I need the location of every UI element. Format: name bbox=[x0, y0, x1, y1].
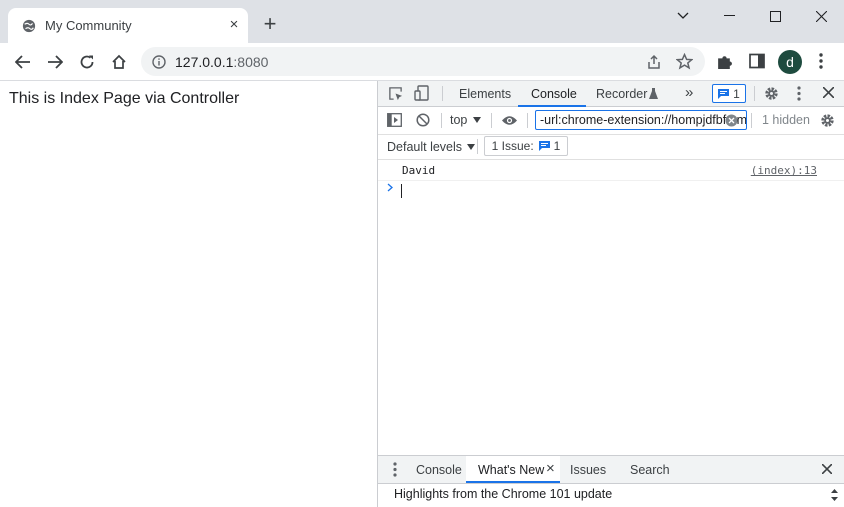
scroll-arrows-icon[interactable] bbox=[831, 488, 838, 502]
close-tab-icon[interactable]: × bbox=[546, 460, 555, 477]
tab-elements[interactable]: Elements bbox=[459, 87, 511, 101]
back-button[interactable] bbox=[10, 49, 36, 75]
arrow-left-icon bbox=[15, 55, 30, 69]
globe-icon bbox=[22, 19, 36, 33]
message-icon bbox=[718, 88, 730, 99]
console-prompt-chevron-icon bbox=[387, 183, 393, 192]
console-settings-gear-icon[interactable] bbox=[820, 113, 835, 128]
kebab-menu-icon[interactable] bbox=[819, 53, 823, 69]
console-input-caret[interactable] bbox=[401, 184, 402, 198]
drawer-tab-console[interactable]: Console bbox=[416, 463, 462, 477]
dropdown-triangle-icon bbox=[467, 143, 476, 150]
browser-toolbar: 127.0.0.1:8080 d bbox=[0, 43, 844, 81]
close-devtools-icon[interactable] bbox=[823, 87, 834, 98]
issues-count: 1 bbox=[553, 139, 561, 153]
issues-button[interactable]: 1 Issue: 1 bbox=[484, 136, 568, 156]
more-tabs-icon[interactable]: » bbox=[685, 84, 693, 101]
console-message-text: David bbox=[402, 164, 436, 177]
active-drawer-tab-indicator bbox=[466, 481, 560, 483]
profile-avatar[interactable]: d bbox=[778, 50, 802, 74]
side-panel-icon[interactable] bbox=[749, 53, 765, 69]
home-icon bbox=[112, 54, 126, 69]
toolbar-divider bbox=[441, 113, 442, 128]
console-message-source-link[interactable]: (index):13 bbox=[751, 164, 817, 177]
tab-search-button[interactable] bbox=[660, 0, 706, 32]
maximize-button[interactable] bbox=[752, 0, 798, 32]
log-levels-dropdown[interactable]: Default levels bbox=[387, 138, 476, 155]
device-toolbar-icon[interactable] bbox=[414, 85, 429, 101]
context-label: top bbox=[450, 113, 468, 127]
toolbar-divider bbox=[754, 86, 755, 101]
tab-recorder[interactable]: Recorder bbox=[596, 87, 647, 101]
log-levels-label: Default levels bbox=[387, 139, 463, 154]
console-message-row: David (index):13 bbox=[378, 162, 844, 181]
drawer-tab-search[interactable]: Search bbox=[630, 463, 670, 477]
url-host: 127.0.0.1 bbox=[175, 54, 234, 70]
message-icon bbox=[538, 141, 550, 151]
chevron-down-icon bbox=[677, 12, 689, 19]
issues-label: 1 Issue: bbox=[491, 139, 534, 153]
settings-gear-icon[interactable] bbox=[764, 86, 779, 101]
hidden-count: 1 hidden bbox=[762, 113, 810, 127]
minimize-button[interactable] bbox=[706, 0, 752, 32]
page-viewport: This is Index Page via Controller bbox=[0, 81, 377, 507]
new-tab-button[interactable]: + bbox=[260, 13, 280, 35]
devtools-panel: Elements Console Recorder » 1 top -url:c… bbox=[377, 81, 844, 507]
url-port: :8080 bbox=[233, 54, 269, 70]
filter-text: -url:chrome-extension://hompjdfbfmmmgflf… bbox=[540, 113, 747, 127]
drawer-tab-whats-new[interactable]: What's New × bbox=[466, 456, 560, 483]
forward-button[interactable] bbox=[42, 49, 68, 75]
reload-button[interactable] bbox=[74, 49, 100, 75]
tab-title: My Community bbox=[45, 18, 132, 33]
minimize-icon bbox=[723, 15, 735, 16]
dropdown-triangle-icon bbox=[473, 117, 482, 123]
clear-filter-icon[interactable] bbox=[725, 114, 738, 127]
sidebar-toggle-icon[interactable] bbox=[387, 113, 402, 127]
address-bar[interactable]: 127.0.0.1:8080 bbox=[141, 47, 705, 76]
drawer-tab-bar: Console What's New × Issues Search bbox=[378, 455, 844, 484]
drawer-menu-icon[interactable] bbox=[393, 462, 397, 477]
info-icon[interactable] bbox=[152, 55, 166, 69]
toolbar-divider bbox=[442, 86, 443, 101]
kebab-menu-icon[interactable] bbox=[797, 86, 801, 101]
reload-icon bbox=[80, 55, 94, 69]
clear-console-icon[interactable] bbox=[416, 113, 430, 127]
issues-badge[interactable]: 1 bbox=[712, 84, 746, 103]
tab-strip: My Community × + bbox=[0, 0, 844, 43]
home-button[interactable] bbox=[106, 49, 132, 75]
inspect-element-icon[interactable] bbox=[388, 86, 403, 101]
close-icon bbox=[815, 10, 827, 22]
extensions-puzzle-icon[interactable] bbox=[716, 53, 733, 70]
toolbar-divider bbox=[477, 139, 478, 154]
maximize-icon bbox=[769, 10, 781, 22]
whats-new-title: Highlights from the Chrome 101 update bbox=[394, 487, 613, 501]
drawer-tab-whats-new-label: What's New bbox=[478, 463, 545, 477]
context-selector[interactable]: top bbox=[450, 111, 482, 129]
share-icon[interactable] bbox=[646, 54, 662, 70]
arrow-right-icon bbox=[48, 55, 63, 69]
console-filter-input[interactable]: -url:chrome-extension://hompjdfbfmmmgflf… bbox=[535, 110, 747, 130]
live-expression-eye-icon[interactable] bbox=[501, 115, 518, 126]
close-window-button[interactable] bbox=[798, 0, 844, 32]
devtools-tab-bar: Elements Console Recorder » 1 bbox=[378, 81, 844, 107]
tab-console[interactable]: Console bbox=[531, 87, 577, 101]
console-toolbar: top -url:chrome-extension://hompjdfbfmmm… bbox=[378, 107, 844, 135]
toolbar-divider bbox=[491, 113, 492, 128]
tab-close-icon[interactable]: × bbox=[226, 17, 242, 33]
issues-badge-count: 1 bbox=[733, 86, 740, 101]
close-drawer-icon[interactable] bbox=[822, 464, 832, 474]
divider bbox=[378, 159, 844, 160]
browser-tab[interactable]: My Community × bbox=[8, 8, 248, 43]
toolbar-divider bbox=[527, 113, 528, 128]
bookmark-star-icon[interactable] bbox=[676, 53, 693, 70]
page-heading-text: This is Index Page via Controller bbox=[9, 90, 240, 107]
drawer-tab-issues[interactable]: Issues bbox=[570, 463, 606, 477]
url-text[interactable]: 127.0.0.1:8080 bbox=[175, 54, 268, 70]
toolbar-divider bbox=[751, 113, 752, 128]
flask-icon bbox=[649, 88, 658, 99]
